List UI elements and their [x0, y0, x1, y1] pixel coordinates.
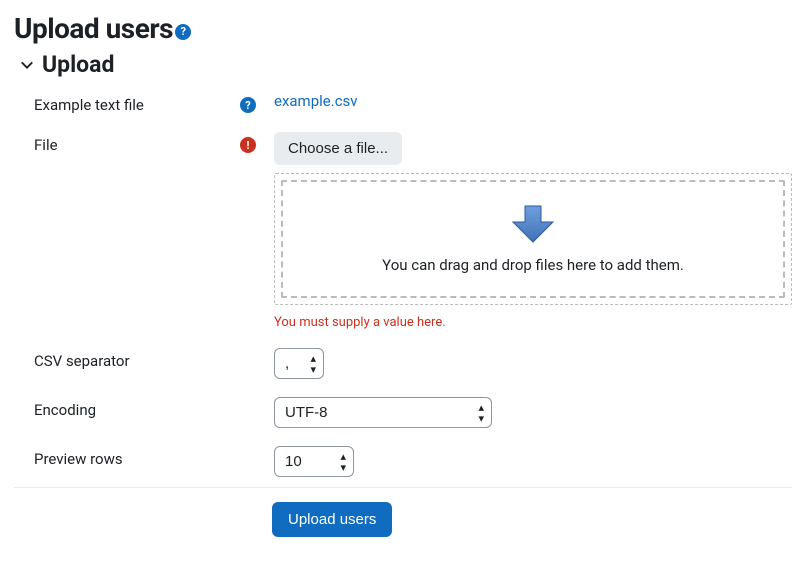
row-csv-separator: CSV separator , ▴▾	[34, 348, 792, 379]
label-encoding: Encoding	[34, 401, 96, 419]
dropzone-text: You can drag and drop files here to add …	[374, 256, 692, 274]
help-icon[interactable]: ?	[240, 97, 256, 113]
encoding-select[interactable]: UTF-8	[274, 397, 492, 428]
row-example-file: Example text file ? example.csv	[34, 92, 792, 114]
arrow-down-icon	[511, 204, 555, 244]
file-dropzone-inner: You can drag and drop files here to add …	[281, 180, 785, 298]
label-csv-separator: CSV separator	[34, 352, 130, 370]
page-title-text: Upload users	[14, 12, 173, 45]
section-title: Upload	[42, 51, 114, 78]
row-encoding: Encoding UTF-8 ▴▾	[34, 397, 792, 428]
preview-rows-select[interactable]: 10	[274, 446, 354, 477]
row-preview-rows: Preview rows 10 ▴▾	[34, 446, 792, 477]
required-icon: !	[240, 137, 256, 153]
divider	[14, 487, 792, 488]
help-icon[interactable]: ?	[175, 24, 191, 40]
page-title: Upload users?	[14, 12, 792, 45]
section-toggle-upload[interactable]: Upload	[20, 51, 792, 78]
upload-users-button[interactable]: Upload users	[272, 502, 392, 537]
file-dropzone[interactable]: You can drag and drop files here to add …	[274, 173, 792, 305]
label-preview-rows: Preview rows	[34, 450, 123, 468]
chevron-down-icon	[20, 58, 34, 72]
file-error-text: You must supply a value here.	[274, 315, 792, 330]
label-example-file: Example text file	[34, 96, 144, 114]
csv-separator-select[interactable]: ,	[274, 348, 324, 379]
choose-file-button[interactable]: Choose a file...	[274, 132, 402, 165]
label-file: File	[34, 136, 58, 154]
example-file-link[interactable]: example.csv	[274, 92, 358, 110]
row-file: File ! Choose a file... You can drag and…	[34, 132, 792, 330]
